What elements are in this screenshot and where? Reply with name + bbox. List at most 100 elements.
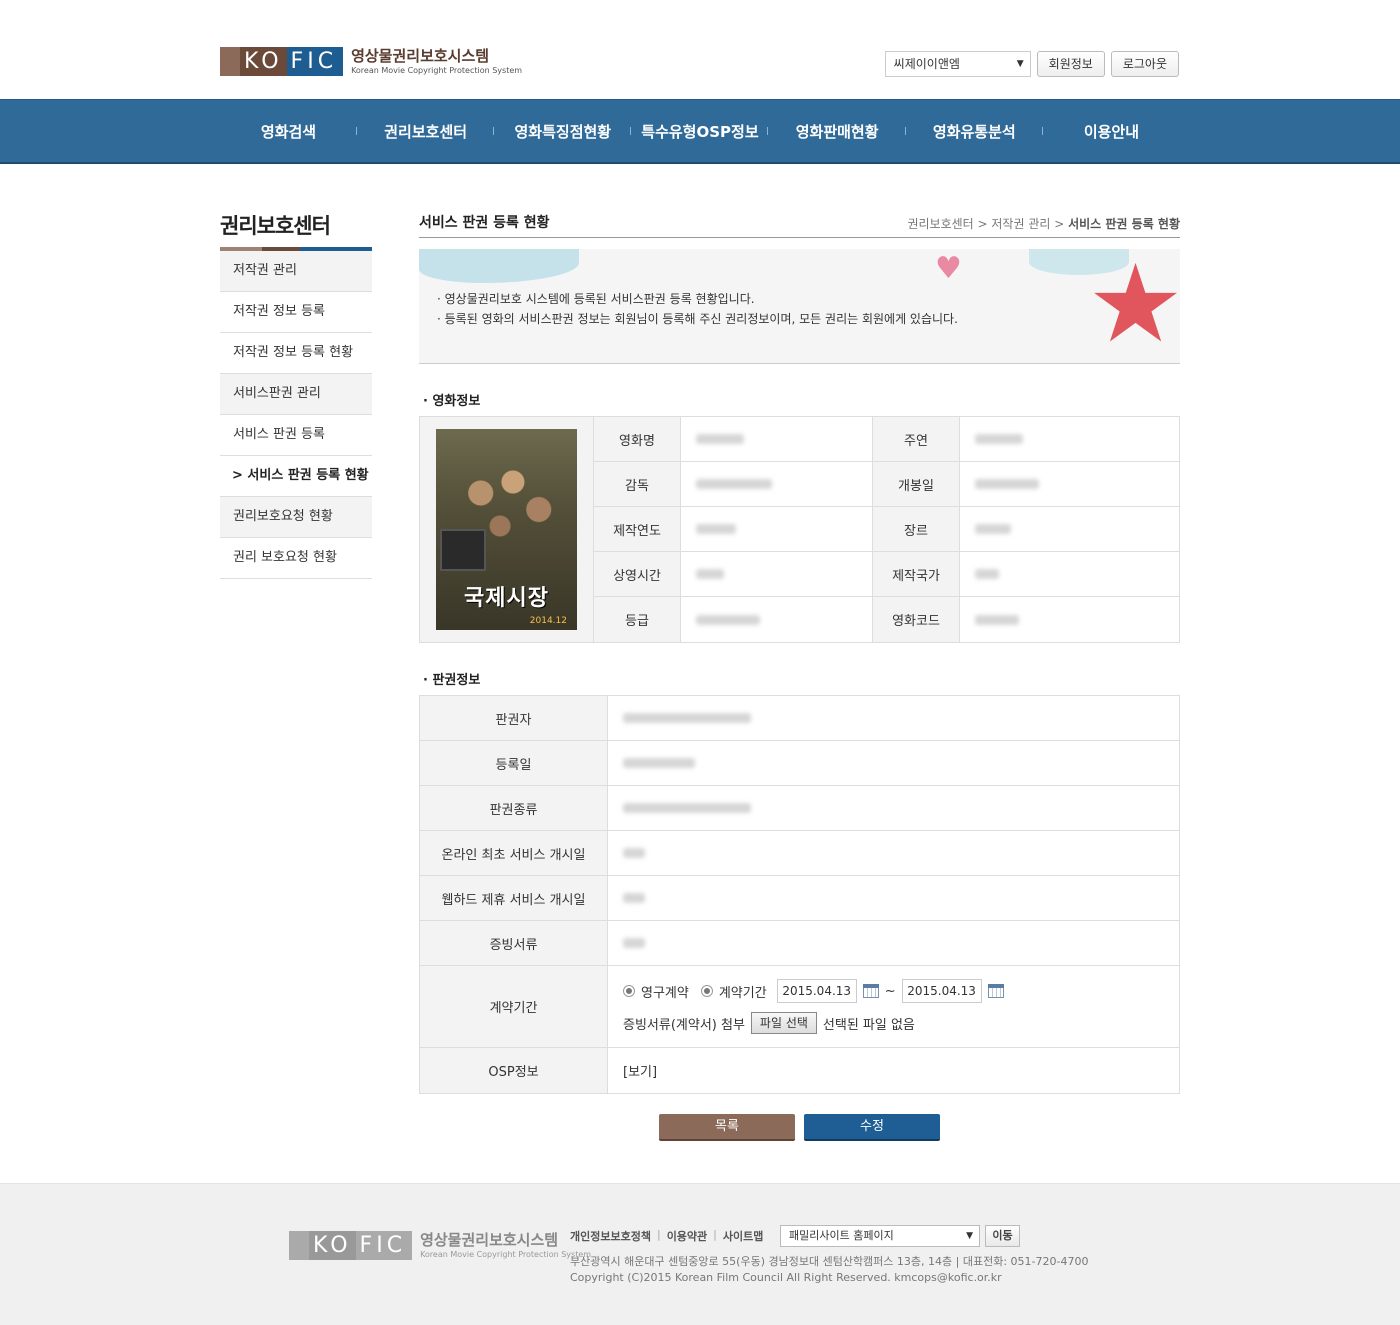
table-row: 계약기간 영구계약 계약기간 2015.04.13 ~ 2015.04.13 증…	[420, 966, 1179, 1048]
sidebar: 권리보호센터 저작권 관리 저작권 정보 등록 저작권 정보 등록 현황 서비스…	[220, 210, 372, 579]
contract-end-date-input[interactable]: 2015.04.13	[901, 979, 982, 1003]
file-select-button[interactable]: 파일 선택	[750, 1012, 817, 1034]
value-cast	[960, 417, 1179, 462]
osp-view-link[interactable]: [보기]	[623, 1061, 657, 1080]
table-row: 판권자	[420, 696, 1179, 741]
footer-address: 부산광역시 해운대구 센텀중앙로 55(우동) 경남정보대 센텀산학캠퍼스 13…	[570, 1254, 1088, 1286]
rights-info-table: 판권자 등록일 판권종류 온라인 최초 서비스 개시일 웹하드 제휴 서비스 개…	[419, 695, 1180, 1094]
logo-title: 영상물권리보호시스템	[351, 46, 490, 65]
company-select[interactable]: 씨제이이앤엠 ▼	[884, 51, 1031, 77]
table-row: 판권종류	[420, 786, 1179, 831]
label-registration-date: 등록일	[420, 741, 608, 785]
notice-list: 영상물권리보호 시스템에 등록된 서비스판권 등록 현황입니다. 등록된 영화의…	[437, 289, 958, 329]
label-webhard-service-date: 웹하드 제휴 서비스 개시일	[420, 876, 608, 920]
sidebar-group-protection-request[interactable]: 권리보호요청 현황	[220, 497, 372, 538]
rights-info-heading: 판권정보	[423, 669, 1180, 688]
radio-permanent-contract[interactable]	[623, 985, 635, 997]
gnb-sales-status[interactable]: 영화판매현황	[769, 121, 906, 142]
copyright-text: Copyright (C)2015 Korean Film Council Al…	[570, 1271, 1002, 1284]
sidebar-title: 권리보호센터	[220, 214, 331, 238]
poster-title: 국제시장	[464, 586, 549, 611]
gnb-distribution-analysis[interactable]: 영화유통분석	[906, 121, 1043, 142]
header: KO FIC 영상물권리보호시스템 Korean Movie Copyright…	[0, 0, 1400, 99]
sidebar-item-copyright-status[interactable]: 저작권 정보 등록 현황	[220, 333, 372, 374]
notice-banner: ♥ ★ 영상물권리보호 시스템에 등록된 서비스판권 등록 현황입니다. 등록된…	[419, 249, 1180, 364]
calendar-icon[interactable]	[987, 984, 1004, 998]
watercolor-decoration	[419, 249, 579, 283]
sidebar-item-copyright-register[interactable]: 저작권 정보 등록	[220, 292, 372, 333]
gnb-fingerprint-status[interactable]: 영화특징점현황	[494, 121, 632, 142]
table-row: 온라인 최초 서비스 개시일	[420, 831, 1179, 876]
table-row: 증빙서류	[420, 921, 1179, 966]
value-registration-date	[608, 741, 1179, 785]
main-content: 서비스 판권 등록 현황 권리보호센터 > 저작권 관리 > 서비스 판권 등록…	[419, 212, 1180, 1141]
label-online-first-service-date: 온라인 최초 서비스 개시일	[420, 831, 608, 875]
logout-button[interactable]: 로그아웃	[1110, 51, 1179, 77]
member-info-button[interactable]: 회원정보	[1036, 51, 1105, 77]
sidebar-item-service-rights-register[interactable]: 서비스 판권 등록	[220, 415, 372, 456]
value-rights-holder	[608, 696, 1179, 740]
gnb-special-osp[interactable]: 특수유형OSP정보	[631, 121, 769, 142]
logo-letters-right: FIC	[355, 1231, 413, 1260]
label-country: 제작국가	[873, 552, 960, 597]
label-movie-code: 영화코드	[873, 597, 960, 642]
radio-permanent-label: 영구계약	[641, 985, 689, 1001]
label-osp-info: OSP정보	[420, 1048, 608, 1093]
global-navigation: 영화검색 권리보호센터 영화특징점현황 특수유형OSP정보 영화판매현황 영화유…	[0, 99, 1400, 164]
list-button[interactable]: 목록	[659, 1114, 795, 1141]
edit-button[interactable]: 수정	[804, 1114, 940, 1141]
label-running-time: 상영시간	[594, 552, 681, 597]
movie-poster: 국제시장 2014.12	[436, 429, 577, 630]
label-release-date: 개봉일	[873, 462, 960, 507]
calendar-icon[interactable]	[862, 984, 879, 998]
address-text: 부산광역시 해운대구 센텀중앙로 55(우동) 경남정보대 센텀산학캠퍼스 13…	[570, 1255, 1089, 1268]
kofic-logo[interactable]: KO FIC 영상물권리보호시스템 Korean Movie Copyright…	[220, 47, 522, 76]
sidebar-item-protection-request-status[interactable]: 권리 보호요청 현황	[220, 538, 372, 579]
gnb-movie-search[interactable]: 영화검색	[220, 121, 357, 142]
value-country	[960, 552, 1179, 597]
logo-subtitle: Korean Movie Copyright Protection System	[351, 65, 523, 75]
top-utility: 씨제이이앤엠 ▼ 회원정보 로그아웃	[884, 51, 1179, 77]
value-release-date	[960, 462, 1179, 507]
sidebar-group-service-rights[interactable]: 서비스판권 관리	[220, 374, 372, 415]
value-movie-name	[681, 417, 873, 462]
radio-period-label: 계약기간	[718, 985, 767, 1001]
label-production-year: 제작연도	[594, 507, 681, 552]
logo-letters-left: KO	[240, 47, 287, 76]
breadcrumb-item[interactable]: 저작권 관리	[991, 217, 1050, 231]
heart-icon: ♥	[935, 251, 962, 286]
value-rating	[681, 597, 873, 642]
gnb-guide[interactable]: 이용안내	[1043, 121, 1180, 142]
table-row: OSP정보 [보기]	[420, 1048, 1179, 1093]
label-director: 감독	[594, 462, 681, 507]
value-production-year	[681, 507, 873, 552]
family-site-select[interactable]: 패밀리사이트 홈페이지 ▼	[780, 1225, 980, 1247]
label-movie-name: 영화명	[594, 417, 681, 462]
logo-letters-left: KO	[309, 1231, 356, 1260]
radio-period-contract[interactable]	[700, 985, 713, 997]
chevron-down-icon: ▼	[966, 1231, 973, 1241]
value-running-time	[681, 552, 873, 597]
gnb-rights-center[interactable]: 권리보호센터	[357, 121, 495, 142]
poster-date: 2014.12	[529, 616, 567, 626]
value-movie-code	[960, 597, 1179, 642]
contract-start-date-input[interactable]: 2015.04.13	[776, 979, 857, 1003]
family-site-go-button[interactable]: 이동	[985, 1225, 1020, 1247]
label-genre: 장르	[873, 507, 960, 552]
privacy-policy-link[interactable]: 개인정보보호정책	[570, 1228, 651, 1244]
value-webhard-service-date	[608, 876, 1179, 920]
no-file-text: 선택된 파일 없음	[822, 1017, 915, 1033]
sidebar-group-copyright[interactable]: 저작권 관리	[220, 251, 372, 292]
attach-label: 증빙서류(계약서) 첨부	[623, 1017, 745, 1033]
breadcrumb-item[interactable]: 권리보호센터	[907, 217, 973, 231]
footer-logo: KO FIC 영상물권리보호시스템 Korean Movie Copyright…	[289, 1231, 591, 1260]
sidebar-item-service-rights-status[interactable]: > 서비스 판권 등록 현황	[220, 456, 372, 497]
starfish-icon: ★	[1087, 249, 1180, 364]
breadcrumb: 권리보호센터 > 저작권 관리 > 서비스 판권 등록 현황	[907, 217, 1180, 231]
logo-letters-right: FIC	[286, 47, 344, 76]
terms-link[interactable]: 이용약관	[667, 1228, 707, 1244]
label-evidence-docs: 증빙서류	[420, 921, 608, 965]
label-rights-holder: 판권자	[420, 696, 608, 740]
sitemap-link[interactable]: 사이트맵	[723, 1228, 763, 1244]
logo-title: 영상물권리보호시스템	[420, 1230, 559, 1249]
